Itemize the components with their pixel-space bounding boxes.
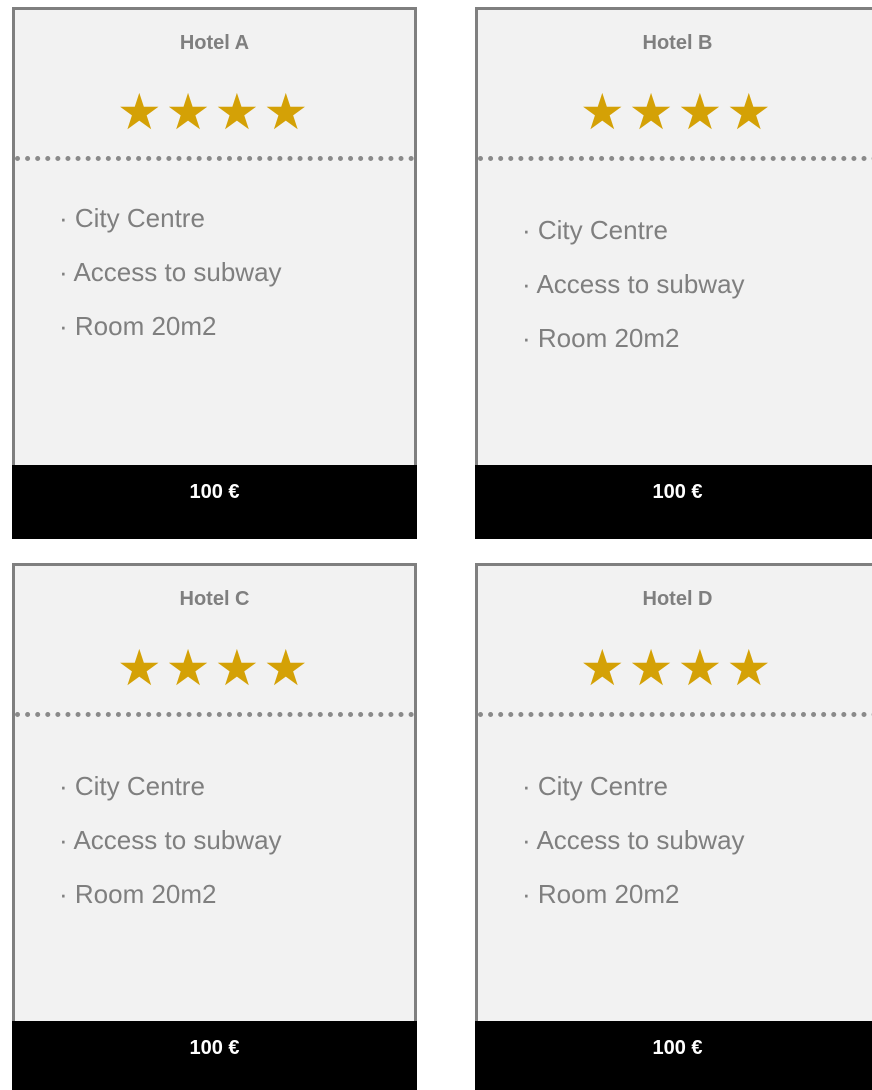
star-icon: ★ [116, 639, 166, 697]
hotel-card[interactable]: Hotel B ★★★★ · City Centre · Access to s… [475, 7, 872, 539]
feature-list: · City Centre · Access to subway · Room … [59, 198, 282, 360]
feature-list: · City Centre · Access to subway · Room … [522, 766, 745, 928]
price-label: 100 € [652, 1037, 703, 1059]
hotel-title: Hotel C [179, 588, 250, 610]
price-label: 100 € [189, 481, 240, 503]
price-bar: 100 € [12, 465, 417, 539]
star-icon: ★ [628, 639, 678, 697]
star-icon: ★ [677, 639, 727, 697]
price-bar: 100 € [12, 1021, 417, 1090]
feature-item: · City Centre [522, 771, 668, 801]
star-icon: ★ [726, 83, 776, 141]
dotted-divider [478, 712, 872, 717]
feature-item: · Room 20m2 [59, 879, 217, 909]
hotel-comparison-page: Hotel A ★★★★ · City Centre · Access to s… [0, 0, 872, 1090]
star-rating: ★★★★ [478, 638, 872, 698]
hotel-title: Hotel B [642, 32, 713, 54]
feature-item: · City Centre [59, 771, 205, 801]
star-rating: ★★★★ [15, 82, 414, 142]
hotel-title: Hotel A [179, 32, 250, 54]
star-icon: ★ [726, 639, 776, 697]
star-icon: ★ [214, 639, 264, 697]
star-icon: ★ [165, 639, 215, 697]
feature-item: · Room 20m2 [522, 323, 680, 353]
star-icon: ★ [116, 83, 166, 141]
hotel-card[interactable]: Hotel D ★★★★ · City Centre · Access to s… [475, 563, 872, 1090]
price-bar: 100 € [475, 1021, 872, 1090]
dotted-divider [15, 712, 414, 717]
star-icon: ★ [214, 83, 264, 141]
feature-item: · City Centre [522, 215, 668, 245]
feature-item: · Access to subway [522, 825, 745, 855]
star-icon: ★ [263, 639, 313, 697]
hotel-card[interactable]: Hotel A ★★★★ · City Centre · Access to s… [12, 7, 417, 539]
star-rating: ★★★★ [478, 82, 872, 142]
feature-item: · Room 20m2 [59, 311, 217, 341]
star-icon: ★ [263, 83, 313, 141]
feature-item: · Room 20m2 [522, 879, 680, 909]
star-icon: ★ [165, 83, 215, 141]
feature-list: · City Centre · Access to subway · Room … [522, 210, 745, 372]
star-icon: ★ [628, 83, 678, 141]
price-label: 100 € [652, 481, 703, 503]
dotted-divider [478, 156, 872, 161]
price-label: 100 € [189, 1037, 240, 1059]
dotted-divider [15, 156, 414, 161]
feature-list: · City Centre · Access to subway · Room … [59, 766, 282, 928]
feature-item: · City Centre [59, 203, 205, 233]
feature-item: · Access to subway [59, 825, 282, 855]
hotel-title: Hotel D [642, 588, 713, 610]
feature-item: · Access to subway [59, 257, 282, 287]
hotel-card[interactable]: Hotel C ★★★★ · City Centre · Access to s… [12, 563, 417, 1090]
star-icon: ★ [579, 83, 629, 141]
feature-item: · Access to subway [522, 269, 745, 299]
price-bar: 100 € [475, 465, 872, 539]
star-icon: ★ [677, 83, 727, 141]
star-rating: ★★★★ [15, 638, 414, 698]
star-icon: ★ [579, 639, 629, 697]
